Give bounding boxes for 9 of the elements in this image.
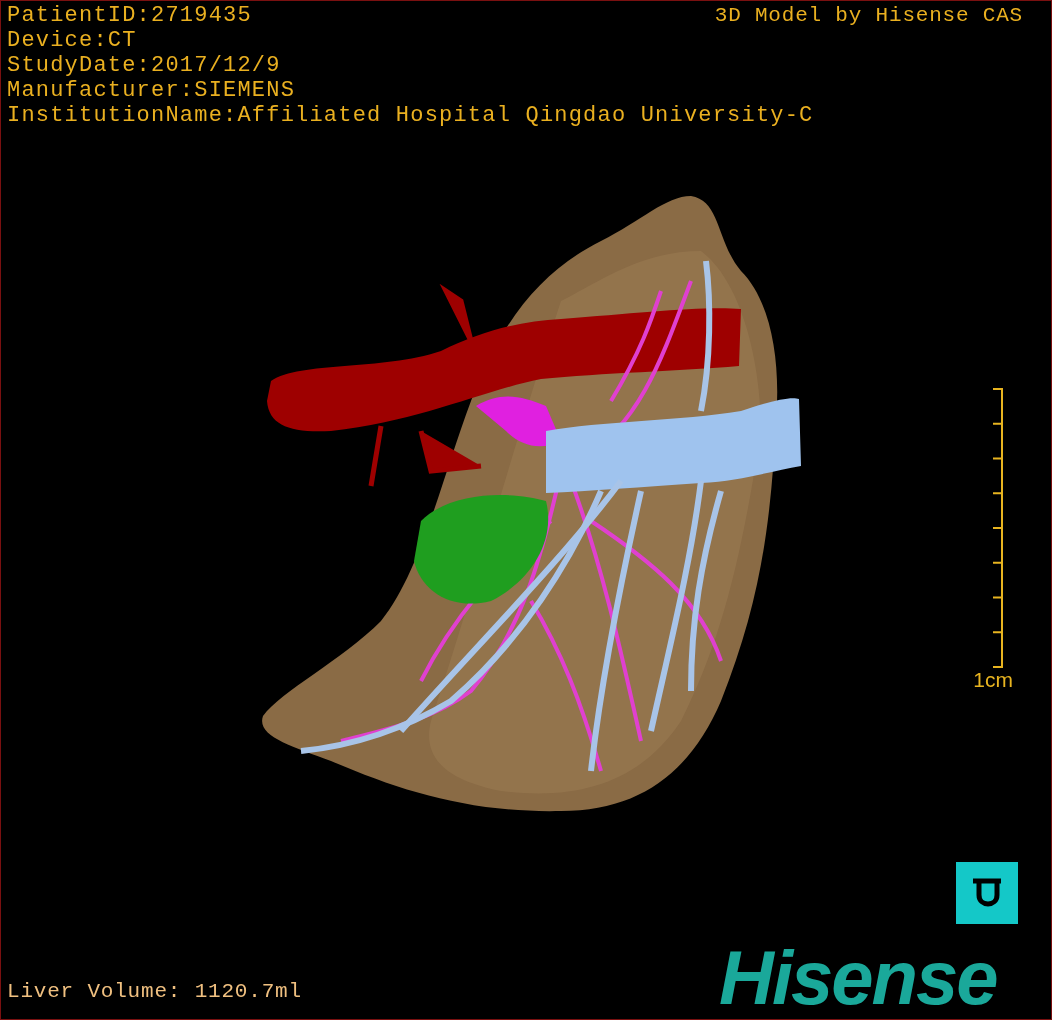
patient-info-text: StudyDate:2017/12/9 xyxy=(7,53,281,78)
logo-text: Hisense xyxy=(719,938,997,1018)
model-title: 3D Model by Hisense CAS xyxy=(714,3,1023,28)
patient-info-text: Device:CT xyxy=(7,28,137,53)
patient-info-text: InstitutionName:Affiliated Hospital Qingdao University-C xyxy=(7,103,814,128)
patient-info-text: Manufacturer:SIEMENS xyxy=(7,78,296,103)
patient-info-text: PatientID:2719435 xyxy=(7,3,252,28)
liver-volume-text: Liver Volume: 1120.7ml xyxy=(7,979,302,1005)
scale-label: 1cm xyxy=(973,667,1013,692)
